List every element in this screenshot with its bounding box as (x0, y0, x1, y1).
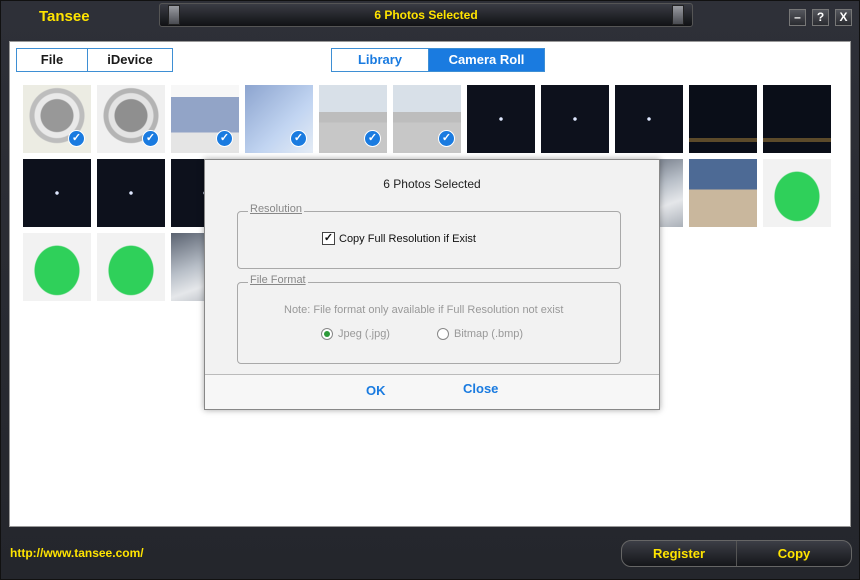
photo-thumbnail[interactable] (97, 159, 165, 227)
title-bar[interactable]: Tansee 6 Photos Selected – ? X (1, 1, 860, 33)
photo-thumbnail[interactable] (689, 85, 757, 153)
jpeg-radio[interactable] (321, 328, 333, 340)
photo-thumbnail[interactable]: ✓ (245, 85, 313, 153)
photo-thumbnail[interactable] (467, 85, 535, 153)
selection-status: 6 Photos Selected (374, 8, 478, 22)
close-window-button[interactable]: X (835, 9, 852, 26)
file-format-legend: File Format (248, 274, 308, 286)
source-tabs: File iDevice (16, 48, 173, 72)
selected-check-icon: ✓ (438, 130, 455, 147)
photo-thumbnail[interactable]: ✓ (23, 85, 91, 153)
bitmap-label: Bitmap (.bmp) (454, 328, 524, 340)
format-note: Note: File format only available if Full… (284, 304, 564, 316)
status-bar: 6 Photos Selected (159, 3, 693, 27)
minimize-button[interactable]: – (789, 9, 806, 26)
selected-check-icon: ✓ (290, 130, 307, 147)
bitmap-radio[interactable] (437, 328, 449, 340)
view-tabs: Library Camera Roll (331, 48, 545, 72)
photo-thumbnail[interactable] (615, 85, 683, 153)
status-bar-right-cap (672, 5, 684, 25)
close-dialog-button[interactable]: Close (463, 381, 498, 396)
format-jpeg-option[interactable]: Jpeg (.jpg) (321, 328, 390, 340)
resolution-legend: Resolution (248, 203, 304, 215)
photo-thumbnail[interactable] (763, 159, 831, 227)
tab-file[interactable]: File (17, 49, 88, 71)
copy-button[interactable]: Copy (737, 541, 851, 566)
dialog-footer: OK Close (205, 374, 659, 409)
copy-full-resolution-label: Copy Full Resolution if Exist (339, 232, 476, 245)
copy-full-resolution-option[interactable]: ✓ Copy Full Resolution if Exist (322, 232, 476, 245)
register-button[interactable]: Register (622, 541, 737, 566)
photo-thumbnail[interactable] (23, 233, 91, 301)
dialog-title: 6 Photos Selected (383, 177, 481, 191)
photo-thumbnail[interactable]: ✓ (319, 85, 387, 153)
selected-check-icon: ✓ (216, 130, 233, 147)
photo-thumbnail[interactable] (23, 159, 91, 227)
jpeg-label: Jpeg (.jpg) (338, 328, 390, 340)
app-window: Tansee 6 Photos Selected – ? X File iDev… (0, 0, 860, 580)
photo-thumbnail[interactable]: ✓ (171, 85, 239, 153)
format-bitmap-option[interactable]: Bitmap (.bmp) (437, 328, 523, 340)
file-format-group: File Format Note: File format only avail… (237, 274, 621, 364)
tab-idevice[interactable]: iDevice (88, 49, 172, 71)
photo-thumbnail[interactable]: ✓ (393, 85, 461, 153)
photo-thumbnail[interactable]: ✓ (97, 85, 165, 153)
photo-thumbnail[interactable] (541, 85, 609, 153)
selected-check-icon: ✓ (142, 130, 159, 147)
photo-thumbnail[interactable] (689, 159, 757, 227)
app-title: Tansee (39, 8, 90, 25)
help-button[interactable]: ? (812, 9, 829, 26)
tab-camera-roll[interactable]: Camera Roll (429, 49, 544, 71)
action-buttons: Register Copy (621, 540, 852, 567)
main-panel: File iDevice Library Camera Roll ✓ ✓ ✓ ✓ ✓ ✓ … (9, 41, 851, 527)
website-link[interactable]: http://www.tansee.com/ (10, 546, 144, 560)
copy-full-resolution-checkbox[interactable]: ✓ (322, 232, 335, 245)
photo-thumbnail[interactable] (763, 85, 831, 153)
selected-check-icon: ✓ (68, 130, 85, 147)
tab-library[interactable]: Library (332, 49, 429, 71)
selected-check-icon: ✓ (364, 130, 381, 147)
ok-button[interactable]: OK (366, 383, 386, 398)
photo-thumbnail[interactable] (97, 233, 165, 301)
resolution-group: Resolution ✓ Copy Full Resolution if Exi… (237, 203, 621, 269)
copy-options-dialog: 6 Photos Selected Resolution ✓ Copy Full… (204, 159, 660, 410)
